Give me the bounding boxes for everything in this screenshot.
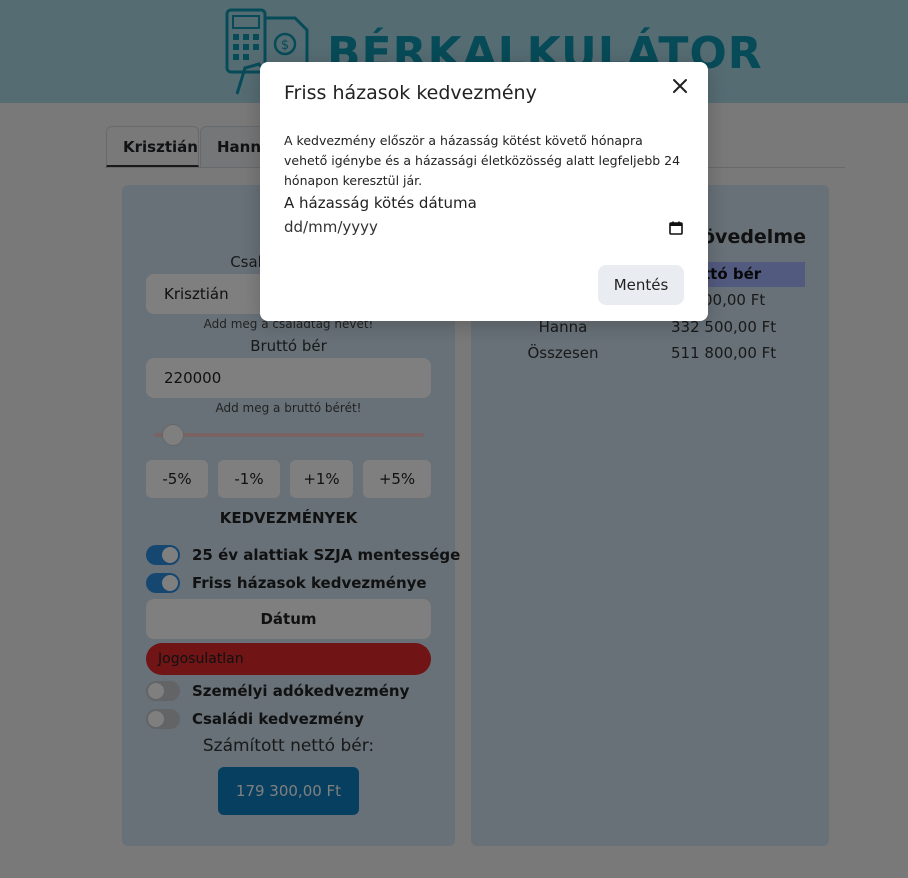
newlyweds-modal: Friss házasok kedvezmény A kedvezmény el… [260, 62, 708, 321]
marriage-date-label: A házasság kötés dátuma [284, 194, 477, 212]
modal-description: A kedvezmény először a házasság kötést k… [284, 133, 681, 188]
close-icon[interactable] [668, 74, 692, 98]
calendar-icon[interactable] [668, 220, 684, 236]
marriage-date-input[interactable]: dd/mm/yyyy [284, 218, 684, 240]
marriage-date-placeholder: dd/mm/yyyy [284, 218, 378, 236]
save-button[interactable]: Mentés [598, 265, 684, 305]
modal-title: Friss házasok kedvezmény [284, 82, 537, 104]
